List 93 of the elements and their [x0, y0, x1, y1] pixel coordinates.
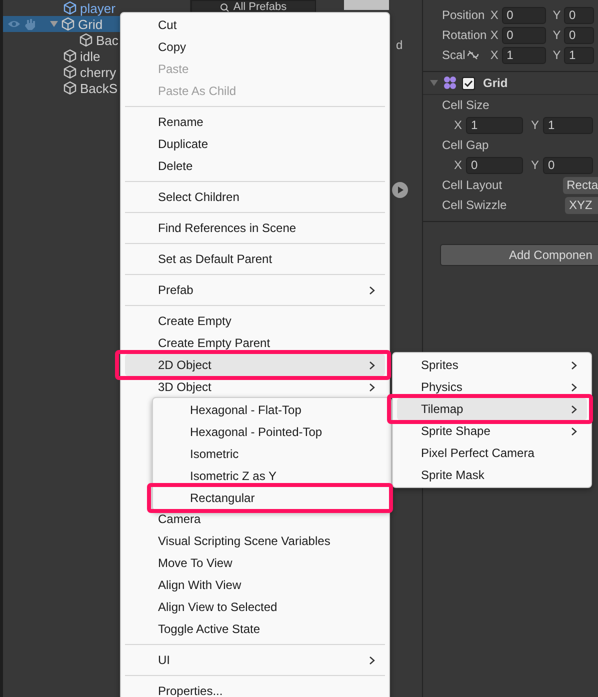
property-label: Rotation — [442, 28, 487, 42]
number-field[interactable]: 0 — [564, 26, 594, 44]
menu-item[interactable]: Isometric Z as Y — [157, 465, 387, 487]
menu-item[interactable]: Pixel Perfect Camera — [397, 442, 587, 464]
menu-item[interactable]: Rectangular — [157, 487, 387, 509]
axis-label: X — [452, 118, 463, 132]
cube-icon — [61, 17, 75, 31]
dropdown[interactable]: XYZ — [565, 196, 598, 214]
axis-label: X — [489, 48, 500, 62]
menu-item[interactable]: Move To View — [125, 552, 385, 574]
panel-label: d — [396, 38, 403, 52]
unlinked-chain-icon[interactable] — [467, 50, 480, 60]
object-name: Grid — [78, 16, 103, 32]
menu-item[interactable]: Delete — [125, 155, 385, 177]
object-name: BackS — [80, 80, 118, 96]
axis-label: Y — [552, 28, 562, 42]
number-field[interactable]: 1 — [502, 46, 546, 64]
menu-item[interactable]: Prefab — [125, 279, 385, 301]
hierarchy-row[interactable]: player — [3, 0, 190, 16]
menu-item[interactable]: Isometric — [157, 443, 387, 465]
menu-item[interactable]: Visual Scripting Scene Variables — [125, 530, 385, 552]
menu-item[interactable]: UI — [125, 649, 385, 671]
menu-item[interactable]: Align With View — [125, 574, 385, 596]
axis-label: Y — [552, 8, 562, 22]
chevron-right-icon — [369, 656, 375, 664]
menu-item[interactable]: 2D Object — [125, 354, 385, 376]
cube-icon — [79, 33, 93, 47]
add-component-button[interactable]: Add Componen — [440, 244, 598, 266]
chevron-right-icon — [369, 382, 375, 392]
menu-item[interactable]: 3D Object — [125, 376, 385, 398]
menu-item[interactable]: Sprite Mask — [397, 464, 587, 486]
cube-icon — [63, 65, 77, 79]
menu-item[interactable]: Set as Default Parent — [125, 248, 385, 270]
dropdown[interactable]: Recta — [562, 176, 598, 194]
number-field[interactable]: 1 — [564, 46, 594, 64]
menu-item[interactable]: Align View to Selected — [125, 596, 385, 618]
chevron-right-icon — [369, 360, 375, 370]
axis-label: Y — [530, 158, 540, 172]
scrollbar-thumb[interactable] — [344, 0, 389, 10]
number-field[interactable]: 1 — [543, 116, 593, 134]
cube-icon — [63, 81, 77, 95]
chevron-right-icon — [571, 360, 577, 370]
menu-item[interactable]: Create Empty — [125, 310, 385, 332]
chevron-right-icon — [369, 286, 375, 294]
eye-icon[interactable] — [7, 19, 21, 29]
expand-triangle-icon[interactable] — [430, 79, 438, 87]
axis-label: Y — [530, 118, 540, 132]
property-label: Cell Swizzle — [442, 198, 508, 212]
axis-label: X — [489, 8, 500, 22]
enabled-checkbox[interactable] — [462, 76, 475, 90]
menu-item[interactable]: Hexagonal - Pointed-Top — [157, 421, 387, 443]
play-icon[interactable] — [392, 182, 408, 198]
object-name: idle — [80, 48, 100, 64]
menu-item[interactable]: Create Empty Parent — [125, 332, 385, 354]
property-label: Cell Gap — [442, 138, 489, 152]
number-field[interactable]: 1 — [466, 116, 523, 134]
menu-item[interactable]: Sprites — [397, 354, 587, 376]
expand-triangle-icon[interactable] — [50, 20, 58, 28]
menu-item[interactable]: Select Children — [125, 186, 385, 208]
cube-icon — [63, 49, 77, 63]
property-label: Scal — [442, 48, 466, 62]
number-field[interactable]: 0 — [564, 6, 594, 24]
menu-item[interactable]: Camera — [125, 508, 385, 530]
property-label: Position — [442, 8, 485, 22]
chevron-right-icon — [571, 382, 577, 392]
menu-item[interactable]: Physics — [397, 376, 587, 398]
object-name: player — [80, 0, 116, 16]
grid-component-icon — [443, 76, 457, 90]
object-name: Bac — [96, 32, 118, 48]
axis-label: X — [452, 158, 463, 172]
menu-item[interactable]: Sprite Shape — [397, 420, 587, 442]
chevron-right-icon — [571, 404, 577, 414]
menu-item[interactable]: Copy — [125, 36, 385, 58]
menu-item[interactable]: Hexagonal - Flat-Top — [157, 399, 387, 421]
component-title: Grid — [483, 76, 508, 90]
chevron-right-icon — [571, 426, 577, 436]
number-field[interactable]: 0 — [502, 6, 546, 24]
number-field[interactable]: 0 — [466, 156, 523, 174]
hand-icon[interactable] — [25, 18, 35, 30]
number-field[interactable]: 0 — [502, 26, 546, 44]
axis-label: X — [489, 28, 500, 42]
object-name: cherry — [80, 64, 116, 80]
menu-item[interactable]: Duplicate — [125, 133, 385, 155]
menu-item[interactable]: Tilemap — [397, 398, 587, 420]
number-field[interactable]: 0 — [543, 156, 593, 174]
menu-item[interactable]: Find References in Scene — [125, 217, 385, 239]
property-label: Cell Size — [442, 98, 490, 112]
axis-label: Y — [552, 48, 562, 62]
property-label: Cell Layout — [442, 178, 504, 192]
menu-item[interactable]: Toggle Active State — [125, 618, 385, 640]
menu-item[interactable]: Rename — [125, 111, 385, 133]
cube-icon — [63, 1, 77, 15]
check-icon — [464, 80, 473, 86]
